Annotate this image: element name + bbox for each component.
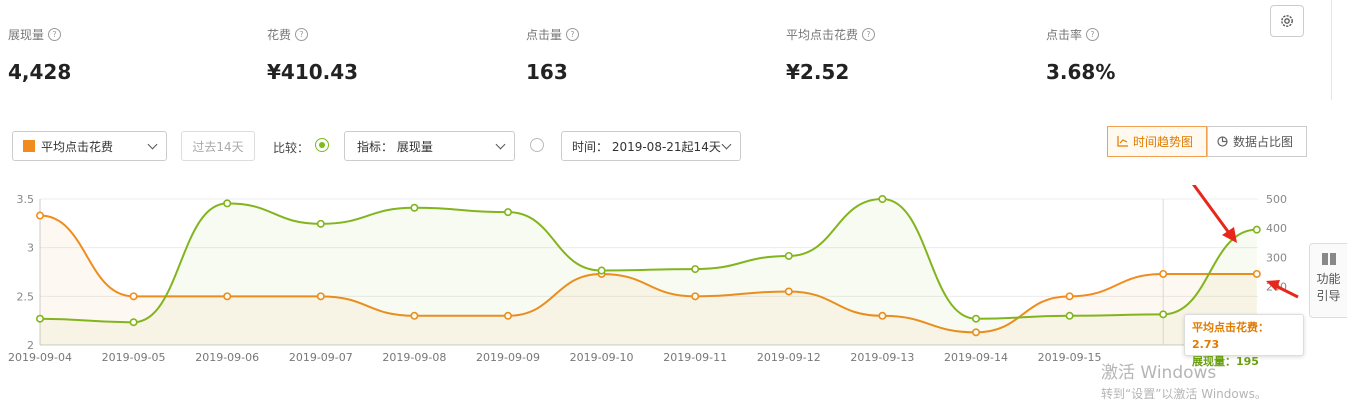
gear-icon — [1281, 15, 1293, 27]
x-tick-label: 2019-09-12 — [757, 351, 821, 364]
stat-ctr: 点击率? 3.68% — [1046, 26, 1115, 84]
x-tick-label: 2019-09-14 — [944, 351, 1008, 364]
windows-activation-watermark: 激活 Windows 转到“设置”以激活 Windows。 — [1101, 358, 1267, 402]
data-point — [35, 314, 44, 323]
data-point — [1065, 311, 1074, 320]
metric-select-value: 平均点击花费 — [41, 139, 114, 154]
help-icon[interactable]: ? — [566, 28, 580, 41]
stat-label: 平均点击花费 — [786, 28, 859, 42]
data-point — [410, 203, 419, 212]
watermark-line2: 转到“设置”以激活 Windows。 — [1101, 387, 1267, 401]
tab-time-trend[interactable]: 时间趋势图 — [1107, 126, 1207, 157]
tab-data-share-label: 数据占比图 — [1233, 135, 1294, 149]
tab-data-share[interactable]: 数据占比图 — [1207, 126, 1307, 157]
x-tick-label: 2019-09-05 — [102, 351, 166, 364]
data-point — [223, 199, 232, 208]
data-point — [971, 314, 980, 323]
stat-clicks: 点击量? 163 — [526, 26, 580, 84]
stat-label: 点击率 — [1046, 28, 1083, 42]
data-point — [129, 318, 138, 327]
stat-label: 花费 — [267, 28, 292, 42]
x-tick-label: 2019-09-15 — [1038, 351, 1102, 364]
data-point — [1065, 292, 1074, 301]
stat-value: 4,428 — [8, 60, 72, 84]
x-tick-label: 2019-09-08 — [382, 351, 446, 364]
y-left-tick-label: 3.5 — [17, 193, 35, 206]
past-14-days-label: 过去14天 — [192, 139, 244, 154]
time-select[interactable]: 时间： 2019-08-21起14天 — [561, 131, 741, 161]
tooltip-avg-cpc: 平均点击花费：2.73 — [1192, 321, 1269, 351]
annotation-arrow — [1192, 185, 1234, 238]
data-point — [1159, 310, 1168, 319]
chevron-down-icon — [721, 139, 732, 150]
past-14-days-button[interactable]: 过去14天 — [181, 131, 255, 161]
data-point — [1159, 269, 1168, 278]
data-point — [35, 211, 44, 220]
help-icon[interactable]: ? — [862, 28, 876, 41]
indicator-select-value: 指标： 展现量 — [357, 139, 433, 154]
feature-guide-line1: 功能 — [1316, 272, 1341, 286]
divider — [1331, 0, 1332, 100]
tab-time-trend-label: 时间趋势图 — [1133, 135, 1194, 149]
metric-select[interactable]: 平均点击花费 — [12, 131, 167, 161]
x-tick-label: 2019-09-07 — [289, 351, 353, 364]
compare-radio-on[interactable] — [315, 138, 329, 152]
y-left-tick-label: 3 — [27, 242, 34, 255]
y-left-tick-label: 2.5 — [17, 290, 35, 303]
watermark-line1: 激活 Windows — [1101, 363, 1217, 383]
series-area — [40, 199, 1257, 345]
time-select-value: 时间： 2019-08-21起14天 — [572, 139, 721, 154]
trend-chart: 22.533.52003004005002019-09-042019-09-05… — [8, 185, 1299, 364]
x-tick-label: 2019-09-10 — [570, 351, 634, 364]
pie-chart-icon — [1217, 136, 1228, 147]
x-tick-label: 2019-09-04 — [8, 351, 72, 364]
y-right-tick-label: 300 — [1266, 251, 1287, 264]
stat-label: 展现量 — [8, 28, 45, 42]
y-right-tick-label: 400 — [1266, 222, 1287, 235]
settings-button[interactable] — [1270, 5, 1304, 37]
x-tick-label: 2019-09-09 — [476, 351, 540, 364]
data-point — [503, 208, 512, 217]
help-icon[interactable]: ? — [1086, 28, 1100, 41]
stats-bar: 展现量? 4,428 花费? ¥410.43 点击量? 163 平均点击花费? … — [0, 0, 1347, 100]
compare-radio-off[interactable] — [530, 138, 544, 152]
indicator-select[interactable]: 指标： 展现量 — [344, 131, 515, 161]
data-point — [784, 251, 793, 260]
stat-value: ¥410.43 — [267, 60, 359, 84]
stat-label: 点击量 — [526, 28, 563, 42]
chevron-down-icon — [495, 139, 506, 150]
help-icon[interactable]: ? — [48, 28, 62, 41]
help-icon[interactable]: ? — [295, 28, 309, 41]
data-point — [878, 195, 887, 204]
stat-impressions: 展现量? 4,428 — [8, 26, 71, 84]
stat-value: 163 — [526, 60, 568, 84]
data-point — [691, 265, 700, 274]
feature-guide-line2: 引导 — [1316, 289, 1341, 303]
chevron-down-icon — [147, 139, 158, 150]
feature-guide-button[interactable]: 功能 引导 — [1309, 243, 1347, 318]
data-point — [1252, 225, 1261, 234]
metric-color-swatch — [23, 140, 35, 152]
annotation-arrowhead — [1222, 227, 1237, 243]
stat-cost: 花费? ¥410.43 — [267, 26, 358, 84]
x-tick-label: 2019-09-06 — [195, 351, 259, 364]
data-point — [316, 219, 325, 228]
data-point — [129, 292, 138, 301]
chart-tooltip: 平均点击花费：2.73 展现量：195 — [1184, 314, 1304, 368]
view-tabs: 时间趋势图 数据占比图 — [1107, 126, 1307, 157]
compare-label: 比较： — [273, 141, 310, 155]
stat-avg-cpc: 平均点击花费? ¥2.52 — [786, 26, 876, 84]
stat-value: 3.68% — [1046, 60, 1116, 84]
x-tick-label: 2019-09-11 — [663, 351, 727, 364]
data-point — [597, 266, 606, 275]
book-icon — [1321, 253, 1336, 265]
line-chart-icon — [1117, 136, 1128, 147]
x-tick-label: 2019-09-13 — [850, 351, 914, 364]
y-right-tick-label: 500 — [1266, 193, 1287, 206]
stat-value: ¥2.52 — [786, 60, 850, 84]
